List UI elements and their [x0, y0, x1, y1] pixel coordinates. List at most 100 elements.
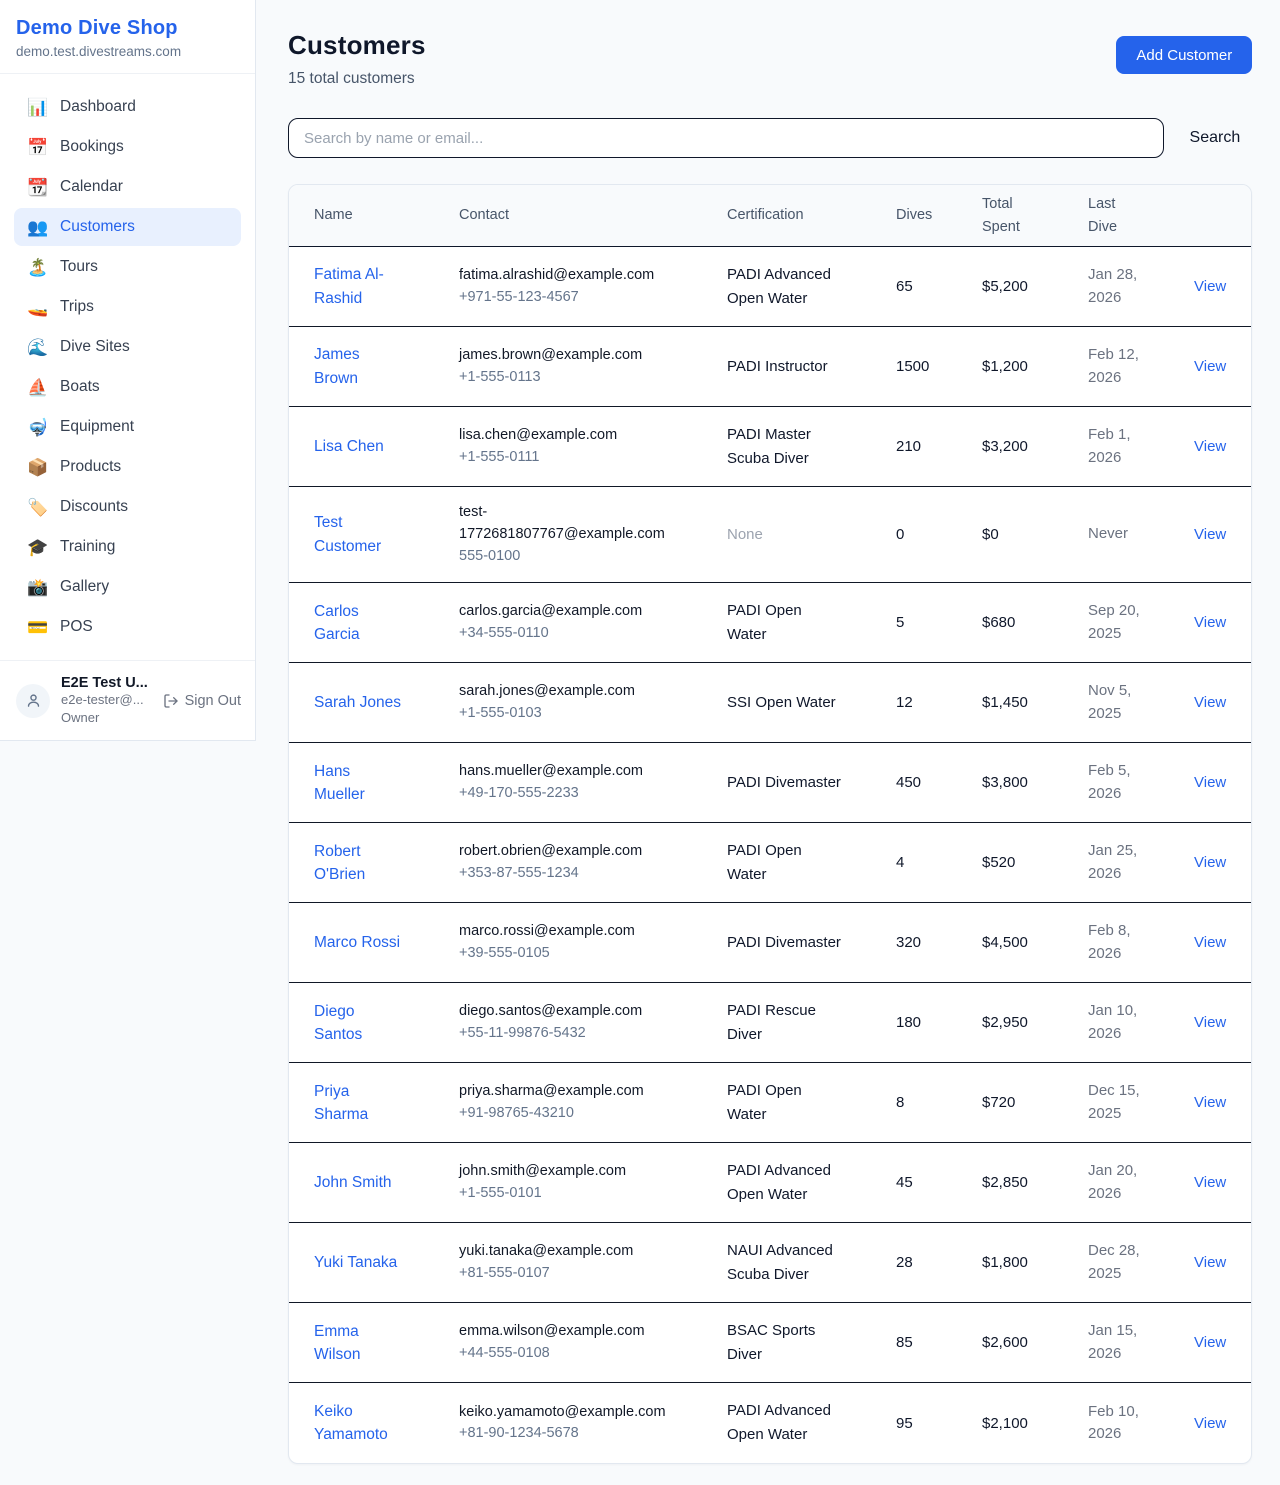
customer-phone: +49-170-555-2233: [459, 783, 727, 805]
customer-phone: +44-555-0108: [459, 1343, 727, 1365]
customer-certification: NAUI Advanced Scuba Diver: [727, 1239, 845, 1287]
customer-certification: PADI Open Water: [727, 839, 845, 887]
sidebar-item-bookings[interactable]: 📅Bookings: [14, 128, 241, 166]
view-customer-link[interactable]: View: [1194, 1415, 1226, 1432]
sidebar-item-gallery[interactable]: 📸 Gallery: [14, 568, 241, 606]
view-customer-link[interactable]: View: [1194, 1014, 1226, 1031]
sidebar-item-tours[interactable]: 🏝️Tours: [14, 248, 241, 286]
sidebar-item-pos[interactable]: 💳 POS: [14, 608, 241, 646]
sidebar-item-label: Gallery: [60, 578, 109, 596]
sidebar-item-label: POS: [60, 618, 93, 636]
table-row: Priya Sharma priya.sharma@example.com +9…: [289, 1063, 1251, 1143]
customer-dives: 4: [896, 854, 982, 871]
customer-phone: +39-555-0105: [459, 943, 727, 965]
customer-name-link[interactable]: Carlos Garcia: [314, 600, 402, 647]
customer-certification: SSI Open Water: [727, 691, 845, 715]
sidebar-item-label: Products: [60, 458, 121, 476]
customer-name-link[interactable]: Robert O'Brien: [314, 840, 402, 887]
customer-name-link[interactable]: Lisa Chen: [314, 435, 384, 458]
view-customer-link[interactable]: View: [1194, 1174, 1226, 1191]
gallery-icon: 📸: [27, 579, 47, 596]
sidebar-item-discounts[interactable]: 🏷️Discounts: [14, 488, 241, 526]
customer-name-link[interactable]: Yuki Tanaka: [314, 1251, 397, 1274]
view-customer-link[interactable]: View: [1194, 694, 1226, 711]
view-customer-link[interactable]: View: [1194, 614, 1226, 631]
sidebar-item-customers[interactable]: 👥Customers: [14, 208, 241, 246]
customers-table: Name Contact Certification Dives Total S…: [288, 184, 1252, 1464]
customer-contact: diego.santos@example.com +55-11-99876-54…: [459, 1001, 727, 1045]
view-customer-link[interactable]: View: [1194, 774, 1226, 791]
customer-name-link[interactable]: James Brown: [314, 343, 402, 390]
column-header-name: Name: [314, 204, 459, 226]
sidebar-item-training[interactable]: 🎓Training: [14, 528, 241, 566]
calendar-icon: 📆: [27, 179, 47, 196]
column-header-dives: Dives: [896, 204, 982, 226]
table-header-row: Name Contact Certification Dives Total S…: [289, 185, 1251, 247]
customer-phone: +81-90-1234-5678: [459, 1423, 727, 1445]
customer-dives: 12: [896, 694, 982, 711]
add-customer-button[interactable]: Add Customer: [1116, 36, 1252, 74]
search-input[interactable]: [288, 118, 1164, 158]
customer-name-link[interactable]: Priya Sharma: [314, 1080, 402, 1127]
sidebar-item-equipment[interactable]: 🤿Equipment: [14, 408, 241, 446]
customer-last-dive: Sep 20, 2025: [1088, 600, 1150, 645]
customer-count: 15 total customers: [288, 70, 426, 88]
customer-certification: PADI Rescue Diver: [727, 999, 845, 1047]
customer-email: hans.mueller@example.com: [459, 761, 674, 783]
customer-name-link[interactable]: John Smith: [314, 1171, 392, 1194]
customer-total-spent: $1,450: [982, 694, 1088, 711]
search-row: Search: [288, 118, 1252, 158]
customer-dives: 8: [896, 1094, 982, 1111]
customer-total-spent: $3,800: [982, 774, 1088, 791]
customer-name-link[interactable]: Diego Santos: [314, 1000, 402, 1047]
customer-certification: PADI Open Water: [727, 599, 845, 647]
user-info: E2E Test U... e2e-tester@... Owner: [61, 675, 152, 726]
sidebar-item-label: Equipment: [60, 418, 134, 436]
column-header-certification: Certification: [727, 204, 896, 226]
trips-icon: 🚤: [27, 299, 47, 316]
customer-name-link[interactable]: Fatima Al-Rashid: [314, 263, 402, 310]
sidebar-item-products[interactable]: 📦 Products: [14, 448, 241, 486]
search-button[interactable]: Search: [1178, 129, 1253, 147]
customer-phone: +34-555-0110: [459, 623, 727, 645]
customer-total-spent: $2,850: [982, 1174, 1088, 1191]
customer-name-link[interactable]: Marco Rossi: [314, 931, 400, 954]
table-row: Yuki Tanaka yuki.tanaka@example.com +81-…: [289, 1223, 1251, 1303]
customer-total-spent: $680: [982, 614, 1088, 631]
view-customer-link[interactable]: View: [1194, 1334, 1226, 1351]
products-icon: 📦: [27, 459, 47, 476]
customer-name-link[interactable]: Sarah Jones: [314, 691, 401, 714]
view-customer-link[interactable]: View: [1194, 526, 1226, 543]
customer-certification: PADI Open Water: [727, 1079, 845, 1127]
sidebar-item-calendar[interactable]: 📆Calendar: [14, 168, 241, 206]
customer-phone: +1-555-0103: [459, 703, 727, 725]
customer-contact: lisa.chen@example.com +1-555-0111: [459, 425, 727, 469]
customer-total-spent: $2,600: [982, 1334, 1088, 1351]
view-customer-link[interactable]: View: [1194, 438, 1226, 455]
view-customer-link[interactable]: View: [1194, 854, 1226, 871]
sidebar-item-dive-sites[interactable]: 🌊Dive Sites: [14, 328, 241, 366]
customer-certification: PADI Divemaster: [727, 771, 845, 795]
customer-phone: +971-55-123-4567: [459, 287, 727, 309]
page-title: Customers: [288, 30, 426, 61]
customer-contact: john.smith@example.com +1-555-0101: [459, 1161, 727, 1205]
customer-name-link[interactable]: Keiko Yamamoto: [314, 1400, 402, 1447]
customer-phone: +81-555-0107: [459, 1263, 727, 1285]
sidebar-item-dashboard[interactable]: 📊Dashboard: [14, 88, 241, 126]
sign-out-button[interactable]: Sign Out: [163, 693, 241, 709]
customer-name-link[interactable]: Test Customer: [314, 511, 402, 558]
view-customer-link[interactable]: View: [1194, 1094, 1226, 1111]
pos-icon: 💳: [27, 619, 47, 636]
customer-email: marco.rossi@example.com: [459, 921, 674, 943]
view-customer-link[interactable]: View: [1194, 1254, 1226, 1271]
customer-phone: +1-555-0101: [459, 1183, 727, 1205]
customer-name-link[interactable]: Hans Mueller: [314, 760, 402, 807]
sidebar-item-trips[interactable]: 🚤Trips: [14, 288, 241, 326]
view-customer-link[interactable]: View: [1194, 934, 1226, 951]
view-customer-link[interactable]: View: [1194, 278, 1226, 295]
customer-last-dive: Jan 20, 2026: [1088, 1160, 1150, 1205]
view-customer-link[interactable]: View: [1194, 358, 1226, 375]
sidebar-item-boats[interactable]: ⛵Boats: [14, 368, 241, 406]
customer-name-link[interactable]: Emma Wilson: [314, 1320, 402, 1367]
customer-email: robert.obrien@example.com: [459, 841, 674, 863]
